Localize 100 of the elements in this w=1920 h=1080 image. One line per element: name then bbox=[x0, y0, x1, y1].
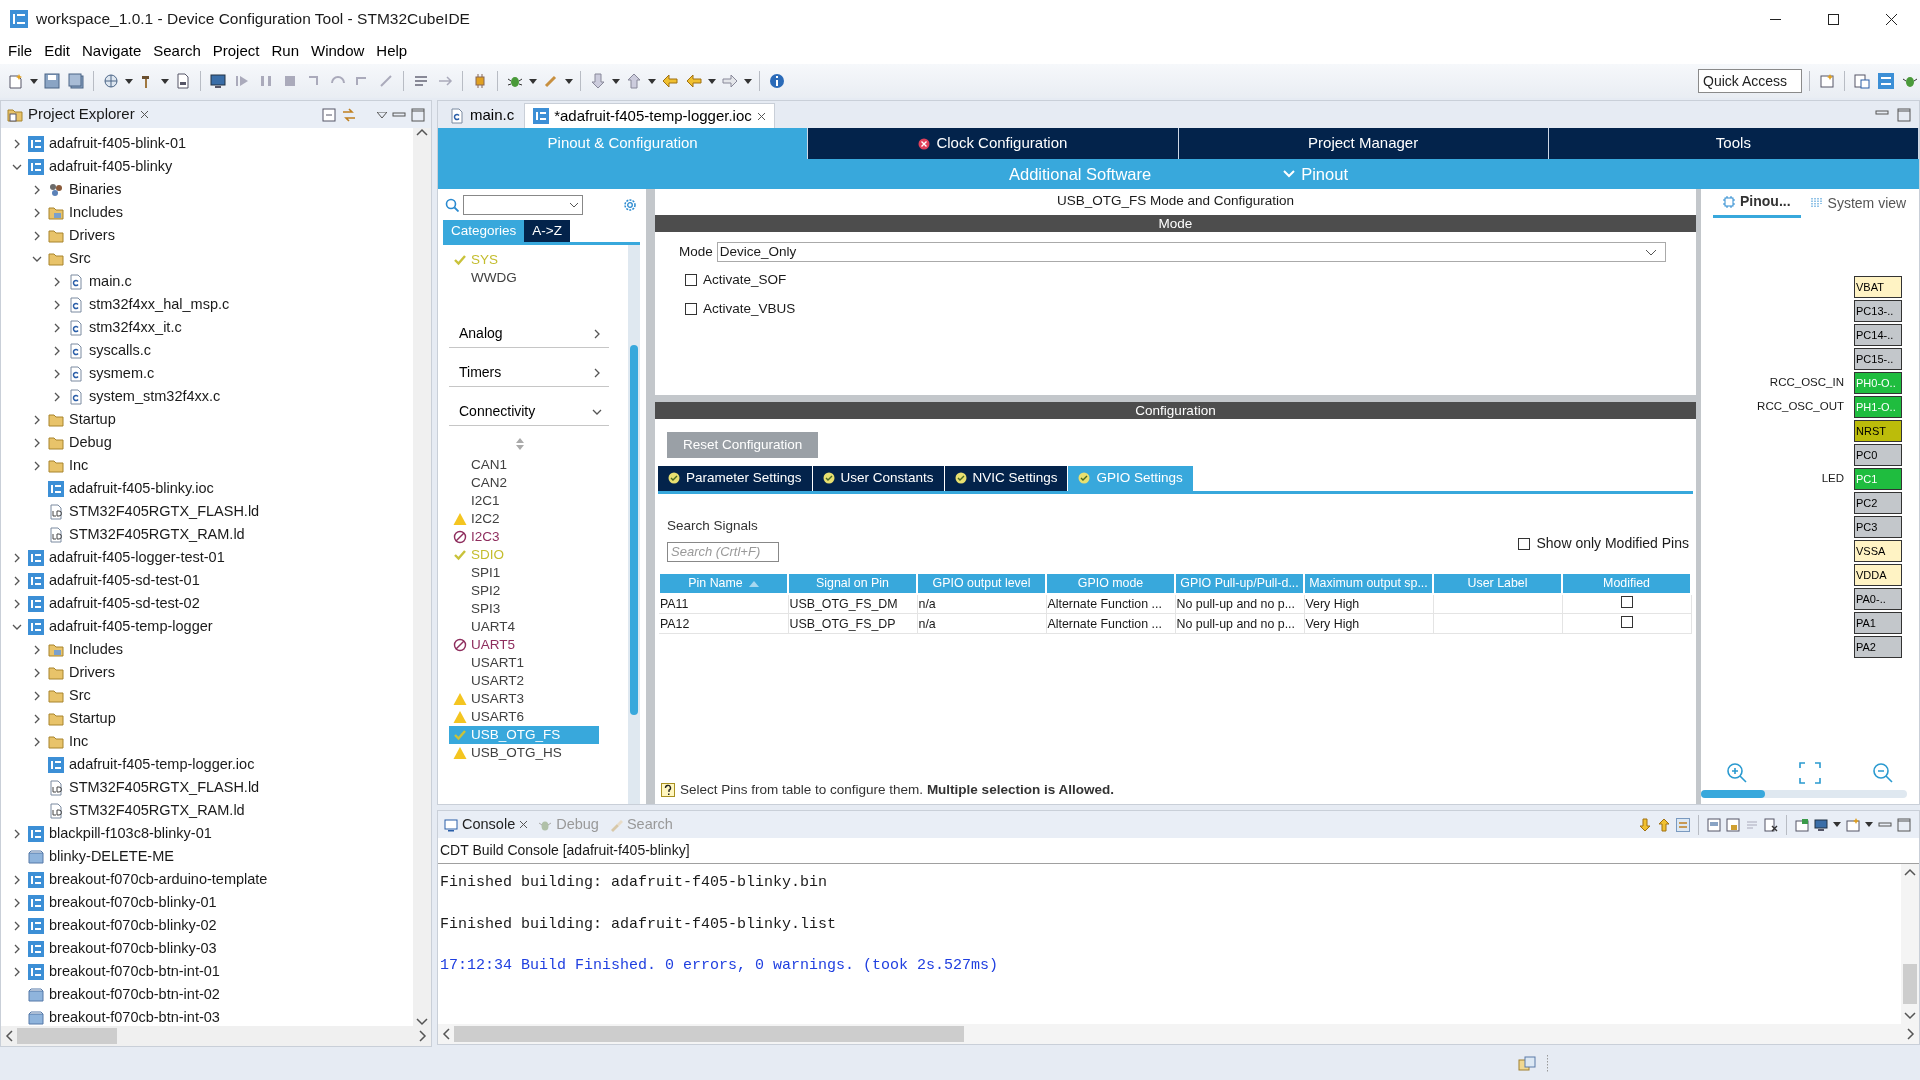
peripheral-item[interactable]: UART4 bbox=[449, 618, 599, 637]
caret-icon[interactable] bbox=[1865, 822, 1873, 827]
tree-item[interactable]: adafruit-f405-blink-01 bbox=[49, 132, 187, 155]
peripheral-item[interactable]: USART3 bbox=[449, 690, 599, 709]
zoom-in-icon[interactable] bbox=[1726, 762, 1749, 784]
globe-button[interactable] bbox=[101, 71, 121, 91]
tree-item[interactable]: Inc bbox=[69, 730, 89, 753]
checkbox[interactable] bbox=[685, 302, 697, 315]
minimize-icon[interactable] bbox=[392, 109, 406, 120]
tree-item[interactable]: STM32F405RGTX_FLASH.ld bbox=[69, 776, 260, 799]
vertical-scrollbar[interactable] bbox=[413, 128, 431, 1026]
tree-item[interactable]: adafruit-f405-temp-logger bbox=[49, 615, 213, 638]
scroll-up-icon[interactable] bbox=[1904, 868, 1916, 876]
caret-icon[interactable] bbox=[30, 78, 38, 84]
tree-item[interactable]: adafruit-f405-logger-test-01 bbox=[49, 546, 225, 569]
peripheral-item[interactable]: USART2 bbox=[449, 672, 599, 691]
save-all-button[interactable] bbox=[66, 71, 86, 91]
window-icon[interactable] bbox=[1707, 817, 1721, 832]
peripheral-item[interactable]: USART6 bbox=[449, 708, 599, 727]
peripheral-item[interactable]: UART5 bbox=[449, 636, 599, 655]
caret-icon[interactable] bbox=[612, 78, 620, 84]
tree-item[interactable]: Src bbox=[69, 684, 91, 707]
pin[interactable]: NRST bbox=[1854, 420, 1902, 442]
up-arrow-icon[interactable] bbox=[1657, 817, 1671, 832]
view-tab[interactable]: Pinou... bbox=[1713, 187, 1801, 218]
settings-tab[interactable]: Parameter Settings bbox=[658, 466, 813, 491]
vertical-scrollbar[interactable] bbox=[1901, 864, 1919, 1024]
scroll-down-icon[interactable] bbox=[1904, 1012, 1916, 1020]
new-console-icon[interactable] bbox=[1846, 817, 1860, 832]
tree-item[interactable]: main.c bbox=[89, 270, 132, 293]
tree-item[interactable]: blackpill-f103c8-blinky-01 bbox=[49, 822, 212, 845]
mx-perspective-button[interactable] bbox=[1876, 71, 1896, 91]
pin[interactable]: PC15-.. bbox=[1854, 348, 1902, 370]
editor-tab[interactable]: main.c bbox=[441, 103, 523, 128]
scrollbar-thumb[interactable] bbox=[454, 1026, 964, 1042]
tree-item[interactable]: STM32F405RGTX_FLASH.ld bbox=[69, 500, 260, 523]
menu-item[interactable]: Navigate bbox=[76, 39, 148, 63]
category-group[interactable]: Timers bbox=[449, 359, 609, 388]
scroll-right-icon[interactable] bbox=[419, 1030, 427, 1042]
category-group[interactable]: Connectivity bbox=[449, 398, 609, 427]
close-icon[interactable] bbox=[139, 110, 149, 119]
caret-icon[interactable] bbox=[1833, 822, 1841, 827]
scroll-down-icon[interactable] bbox=[416, 1018, 428, 1026]
pin[interactable]: PC0 bbox=[1854, 444, 1902, 466]
checkbox[interactable] bbox=[1620, 615, 1633, 628]
collapse-all-icon[interactable] bbox=[322, 107, 336, 122]
minimize-icon[interactable] bbox=[1875, 107, 1889, 118]
view-tab[interactable]: System view bbox=[1800, 188, 1917, 217]
settings-icon[interactable] bbox=[622, 197, 638, 213]
tree-item[interactable]: breakout-f070cb-blinky-03 bbox=[49, 937, 217, 960]
scroll-right-icon[interactable] bbox=[1907, 1028, 1915, 1040]
menu-item[interactable]: Window bbox=[305, 39, 371, 63]
tree-item[interactable]: sysmem.c bbox=[89, 362, 155, 385]
checkbox[interactable] bbox=[1518, 537, 1531, 550]
lock-window-icon[interactable] bbox=[1726, 817, 1740, 832]
horizontal-scrollbar[interactable] bbox=[1, 1026, 431, 1046]
search-field[interactable]: Search (Crtl+F) bbox=[667, 541, 779, 562]
caret-icon[interactable] bbox=[648, 78, 656, 84]
zoom-out-icon[interactable] bbox=[1871, 762, 1894, 784]
vertical-scrollbar[interactable] bbox=[628, 245, 640, 804]
tree-item[interactable]: Includes bbox=[69, 638, 123, 661]
mode-select[interactable]: Device_Only bbox=[716, 242, 1666, 263]
caret-icon[interactable] bbox=[744, 78, 752, 84]
pin[interactable]: VBAT bbox=[1854, 276, 1902, 298]
tree-item[interactable]: breakout-f070cb-arduino-template bbox=[49, 868, 268, 891]
tree-item[interactable]: blinky-DELETE-ME bbox=[49, 845, 174, 868]
clear-icon[interactable] bbox=[1764, 817, 1778, 832]
tree-item[interactable]: system_stm32f4xx.c bbox=[89, 385, 221, 408]
caret-icon[interactable] bbox=[161, 78, 169, 84]
peripheral-item[interactable]: CAN1 bbox=[449, 456, 599, 475]
caret-icon[interactable] bbox=[565, 78, 573, 84]
menu-item[interactable]: Edit bbox=[38, 39, 77, 63]
pin[interactable]: PA1 bbox=[1854, 612, 1902, 634]
pin[interactable]: VSSA bbox=[1854, 540, 1902, 562]
link-editor-icon[interactable] bbox=[341, 106, 357, 123]
tree-item[interactable]: Inc bbox=[69, 454, 89, 477]
menu-item[interactable]: File bbox=[2, 39, 39, 63]
scroll-left-icon[interactable] bbox=[442, 1028, 450, 1040]
tree-item[interactable]: stm32f4xx_it.c bbox=[89, 316, 182, 339]
scrollbar-thumb[interactable] bbox=[630, 345, 638, 716]
tree-item[interactable]: Drivers bbox=[69, 224, 115, 247]
peripheral-item[interactable]: I2C2 bbox=[449, 510, 599, 529]
caret-icon[interactable] bbox=[708, 78, 716, 84]
tree-item[interactable]: STM32F405RGTX_RAM.ld bbox=[69, 799, 245, 822]
tree-item[interactable]: Includes bbox=[69, 201, 123, 224]
pin[interactable]: PA2 bbox=[1854, 636, 1902, 658]
menu-item[interactable]: Project bbox=[206, 39, 266, 63]
monitor-button[interactable] bbox=[208, 71, 228, 91]
tree-item[interactable]: Drivers bbox=[69, 661, 115, 684]
category-group[interactable]: Analog bbox=[449, 320, 609, 349]
checkbox[interactable] bbox=[1620, 595, 1633, 608]
peripheral-item[interactable]: USB_OTG_HS bbox=[449, 744, 599, 763]
tree-item[interactable]: Binaries bbox=[69, 178, 122, 201]
peripheral-item[interactable]: WWDG bbox=[449, 269, 599, 288]
checkbox[interactable] bbox=[685, 274, 697, 287]
scrollbar-thumb[interactable] bbox=[1903, 964, 1917, 1004]
maximize-icon[interactable] bbox=[411, 107, 425, 122]
tree-item[interactable]: STM32F405RGTX_RAM.ld bbox=[69, 523, 245, 546]
menu-item[interactable]: Help bbox=[370, 39, 414, 63]
pin[interactable]: PA0-.. bbox=[1854, 588, 1902, 610]
